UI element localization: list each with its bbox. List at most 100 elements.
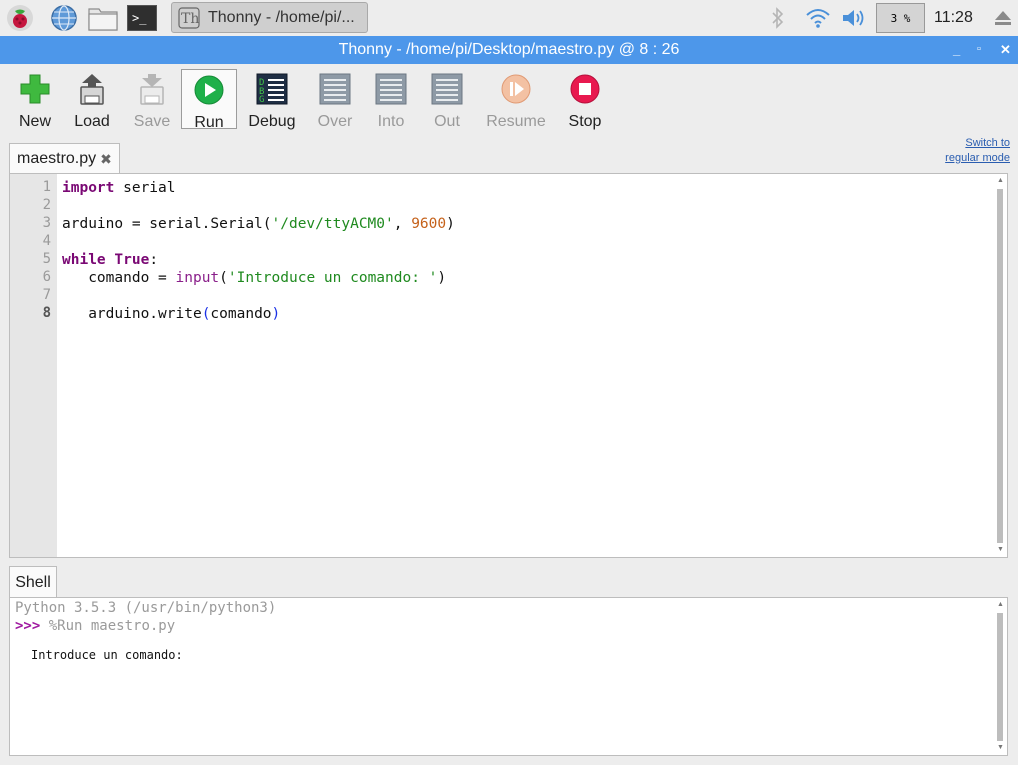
- line-number: 4: [42, 233, 51, 249]
- cpu-usage-label: 3 %: [890, 11, 911, 25]
- load-button[interactable]: Load: [64, 69, 120, 130]
- thonny-icon: Th: [178, 6, 200, 29]
- file-manager-icon[interactable]: [87, 3, 119, 33]
- window-title: Thonny - /home/pi/Desktop/maestro.py @ 8…: [338, 41, 680, 58]
- matched-bracket: ): [271, 306, 281, 322]
- shell-prompt: >>>: [15, 618, 41, 634]
- step-over-icon: [319, 73, 351, 105]
- minimize-button[interactable]: _: [953, 42, 960, 57]
- debug-label: Debug: [248, 113, 296, 130]
- keyword: True: [114, 252, 150, 268]
- svg-text:G: G: [259, 95, 264, 105]
- editor-scrollbar[interactable]: ▲ ▼: [996, 177, 1005, 554]
- line-number-gutter: 1 2 3 4 5 6 7 8: [10, 174, 57, 557]
- line-number: 3: [42, 215, 51, 231]
- line-number: 5: [42, 251, 51, 267]
- tab-shell[interactable]: Shell: [9, 566, 57, 598]
- load-icon: [80, 74, 104, 105]
- terminal-icon[interactable]: >_: [126, 3, 158, 33]
- cpu-usage-monitor[interactable]: 3 %: [876, 3, 925, 33]
- step-over-label: Over: [317, 113, 353, 130]
- toolbar: New Load Save Run DBG Debug Over Into Ou…: [0, 64, 1018, 164]
- line-number: 1: [42, 179, 51, 195]
- code-line-5: while True:: [62, 251, 455, 269]
- string-literal: '/dev/ttyACM0': [271, 216, 394, 232]
- builtin-name: input: [175, 270, 220, 286]
- number-literal: 9600: [411, 216, 447, 232]
- bluetooth-icon[interactable]: [766, 0, 790, 36]
- run-button[interactable]: Run: [181, 69, 237, 131]
- shell-scrollbar-thumb[interactable]: [997, 613, 1003, 741]
- code-text: arduino.write: [62, 306, 202, 322]
- tab-maestro-py[interactable]: maestro.py ✖: [9, 143, 120, 174]
- resume-label: Resume: [486, 113, 546, 130]
- scroll-up-arrow-icon[interactable]: ▲: [996, 601, 1005, 609]
- line-number: 6: [42, 269, 51, 285]
- code-text: arduino = serial.Serial(: [62, 216, 272, 232]
- eject-icon[interactable]: [990, 0, 1016, 36]
- code-text: comando =: [62, 270, 176, 286]
- resume-icon: [501, 74, 531, 104]
- clock[interactable]: 11:28: [934, 9, 973, 27]
- shell-scrollbar[interactable]: ▲ ▼: [996, 601, 1005, 752]
- save-button[interactable]: Save: [124, 69, 180, 130]
- svg-text:Th: Th: [181, 11, 199, 27]
- code-editor[interactable]: 1 2 3 4 5 6 7 8 import serial arduino = …: [9, 173, 1008, 558]
- stop-label: Stop: [568, 113, 602, 130]
- resume-button[interactable]: Resume: [481, 69, 551, 130]
- close-button[interactable]: ✕: [1000, 42, 1011, 58]
- window-titlebar[interactable]: Thonny - /home/pi/Desktop/maestro.py @ 8…: [0, 36, 1018, 64]
- step-over-button[interactable]: Over: [307, 69, 363, 130]
- volume-icon[interactable]: [840, 0, 868, 36]
- code-area[interactable]: import serial arduino = serial.Serial('/…: [62, 179, 455, 323]
- switch-mode-line1: Switch to: [965, 137, 1010, 149]
- shell-command: %Run maestro.py: [40, 618, 176, 634]
- shell-panel[interactable]: Python 3.5.3 (/usr/bin/python3) >>> %Run…: [9, 597, 1008, 756]
- scroll-down-arrow-icon[interactable]: ▼: [996, 546, 1005, 554]
- raspberry-menu-icon[interactable]: [4, 3, 36, 33]
- code-text: ,: [393, 216, 412, 232]
- taskbar-thonny-label: Thonny - /home/pi/...: [208, 8, 355, 26]
- load-label: Load: [74, 113, 110, 130]
- code-text: ): [437, 270, 447, 286]
- maximize-button[interactable]: ▫: [977, 43, 981, 55]
- wifi-icon[interactable]: [804, 0, 832, 36]
- step-into-label: Into: [377, 113, 405, 130]
- code-text: ): [446, 216, 455, 232]
- debug-button[interactable]: DBG Debug: [244, 69, 300, 130]
- step-out-button[interactable]: Out: [419, 69, 475, 130]
- code-line-1: import serial: [62, 179, 455, 197]
- save-label: Save: [133, 113, 171, 130]
- step-out-label: Out: [434, 113, 460, 130]
- code-line-8: arduino.write(comando): [62, 305, 455, 323]
- tab-label: maestro.py: [17, 150, 97, 167]
- line-number: 7: [42, 287, 51, 303]
- editor-scrollbar-thumb[interactable]: [997, 189, 1003, 543]
- taskbar-thonny-button[interactable]: Th Thonny - /home/pi/...: [171, 2, 368, 33]
- browser-globe-icon[interactable]: [48, 3, 80, 33]
- string-literal: 'Introduce un comando: ': [227, 270, 438, 286]
- tab-close-icon[interactable]: ✖: [100, 151, 112, 168]
- step-into-button[interactable]: Into: [363, 69, 419, 130]
- python-version-line: Python 3.5.3 (/usr/bin/python3): [15, 600, 277, 616]
- code-line-6: comando = input('Introduce un comando: '…: [62, 269, 455, 287]
- step-into-icon: [375, 73, 407, 105]
- new-button[interactable]: New: [7, 69, 63, 130]
- code-text: comando: [210, 306, 272, 322]
- scroll-down-arrow-icon[interactable]: ▼: [996, 744, 1005, 752]
- run-label: Run: [194, 114, 224, 131]
- scroll-up-arrow-icon[interactable]: ▲: [996, 177, 1005, 185]
- debug-icon: DBG: [256, 73, 288, 105]
- stop-icon: [570, 74, 600, 104]
- step-out-icon: [431, 73, 463, 105]
- run-play-icon: [194, 75, 224, 105]
- keyword: while: [62, 252, 106, 268]
- shell-command-line: >>> %Run maestro.py: [15, 618, 175, 634]
- switch-mode-link[interactable]: Switch to regular mode: [938, 136, 1010, 166]
- stop-button[interactable]: Stop: [557, 69, 613, 130]
- code-text: :: [149, 252, 159, 268]
- code-line-3: arduino = serial.Serial('/dev/ttyACM0', …: [62, 215, 455, 233]
